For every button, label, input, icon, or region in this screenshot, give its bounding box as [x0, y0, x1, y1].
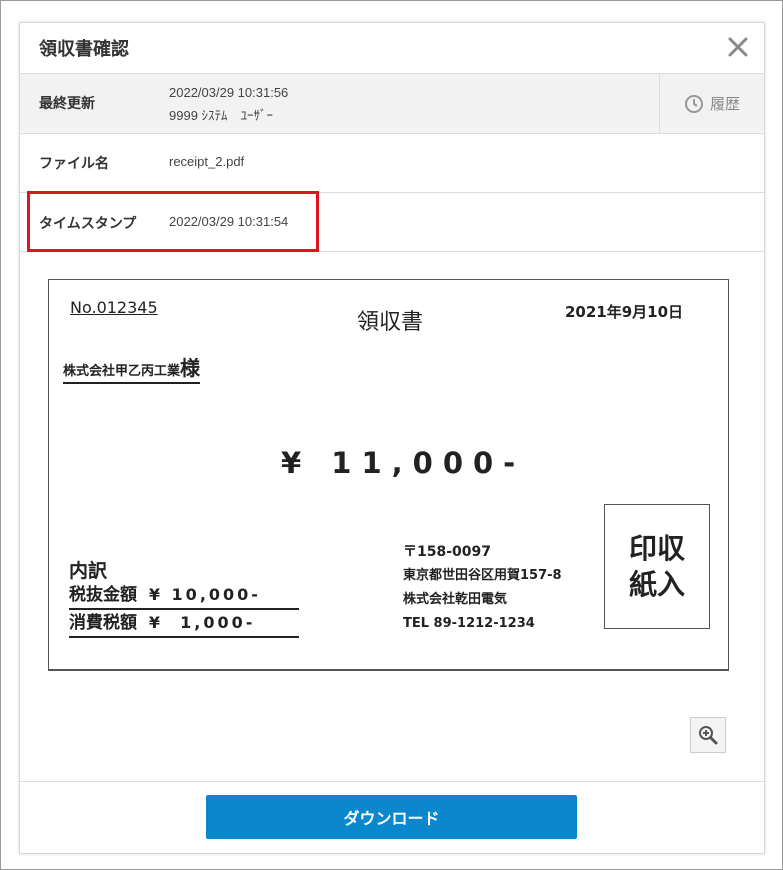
history-button[interactable]: 履歴 [659, 74, 764, 133]
receipt-addressee: 株式会社甲乙丙工業様 [63, 352, 201, 384]
last-updated-label: 最終更新 [39, 96, 95, 112]
clock-icon [684, 94, 703, 113]
stamp-line-1: 印収 [628, 531, 685, 565]
dialog-footer: ダウンロード [20, 781, 764, 854]
tax-excluded-label: 税抜金額 [69, 585, 137, 605]
receipt-number: No.012345 [70, 298, 158, 317]
addressee-honorific: 様 [180, 356, 201, 380]
sender-postal-code: 〒158-0097 [403, 544, 491, 560]
receipt-preview: No.012345 領収書 2021年9月10日 株式会社甲乙丙工業様 ¥ 11… [48, 279, 729, 671]
tax-excluded-line: 税抜金額 ¥ 10,000- [69, 582, 299, 610]
receipt-date: 2021年9月10日 [565, 303, 684, 321]
tax-amount: ¥ 1,000- [148, 613, 256, 632]
zoom-in-icon [699, 726, 718, 745]
revenue-stamp-box: 印収 紙入 [604, 504, 710, 629]
stamp-line-2: 紙入 [628, 567, 685, 601]
addressee-company: 株式会社甲乙丙工業 [63, 364, 181, 379]
history-label: 履歴 [709, 95, 740, 113]
receipt-title: 領収書 [357, 310, 424, 335]
close-icon [728, 37, 748, 57]
zoom-button[interactable] [690, 717, 726, 753]
sender-address: 東京都世田谷区用賀157-8 [403, 568, 562, 583]
receipt-amount: ¥ 11,000- [281, 446, 526, 480]
receipt-confirm-dialog: 領収書確認 最終更新 2022/03/29 10:31:56 9999 ｼｽﾃﾑ… [19, 22, 765, 854]
tax-label: 消費税額 [69, 613, 137, 633]
breakdown-title: 内訳 [69, 560, 108, 582]
filename-label: ファイル名 [39, 156, 109, 172]
dialog-header: 領収書確認 [20, 23, 764, 74]
filename-value: receipt_2.pdf [169, 154, 245, 169]
close-button[interactable] [726, 35, 750, 59]
sender-company: 株式会社乾田電気 [403, 592, 508, 607]
filename-row: ファイル名 receipt_2.pdf [20, 134, 764, 193]
tax-excluded-amount: ¥ 10,000- [148, 585, 261, 604]
sender-tel: TEL 89-1212-1234 [403, 616, 535, 631]
last-updated-user: 9999 ｼｽﾃﾑ ﾕｰｻﾞｰ [169, 108, 274, 123]
receipt-breakdown: 内訳 税抜金額 ¥ 10,000- 消費税額 ¥ 1,000- [69, 560, 299, 638]
last-updated-row: 最終更新 2022/03/29 10:31:56 9999 ｼｽﾃﾑ ﾕｰｻﾞｰ… [20, 74, 764, 134]
dialog-title: 領収書確認 [39, 39, 129, 60]
last-updated-datetime: 2022/03/29 10:31:56 [169, 85, 289, 100]
receipt-sender: 〒158-0097 東京都世田谷区用賀157-8 株式会社乾田電気 TEL 89… [403, 540, 562, 636]
timestamp-highlight-box [27, 191, 319, 252]
download-button[interactable]: ダウンロード [206, 795, 577, 839]
tax-line: 消費税額 ¥ 1,000- [69, 610, 299, 638]
